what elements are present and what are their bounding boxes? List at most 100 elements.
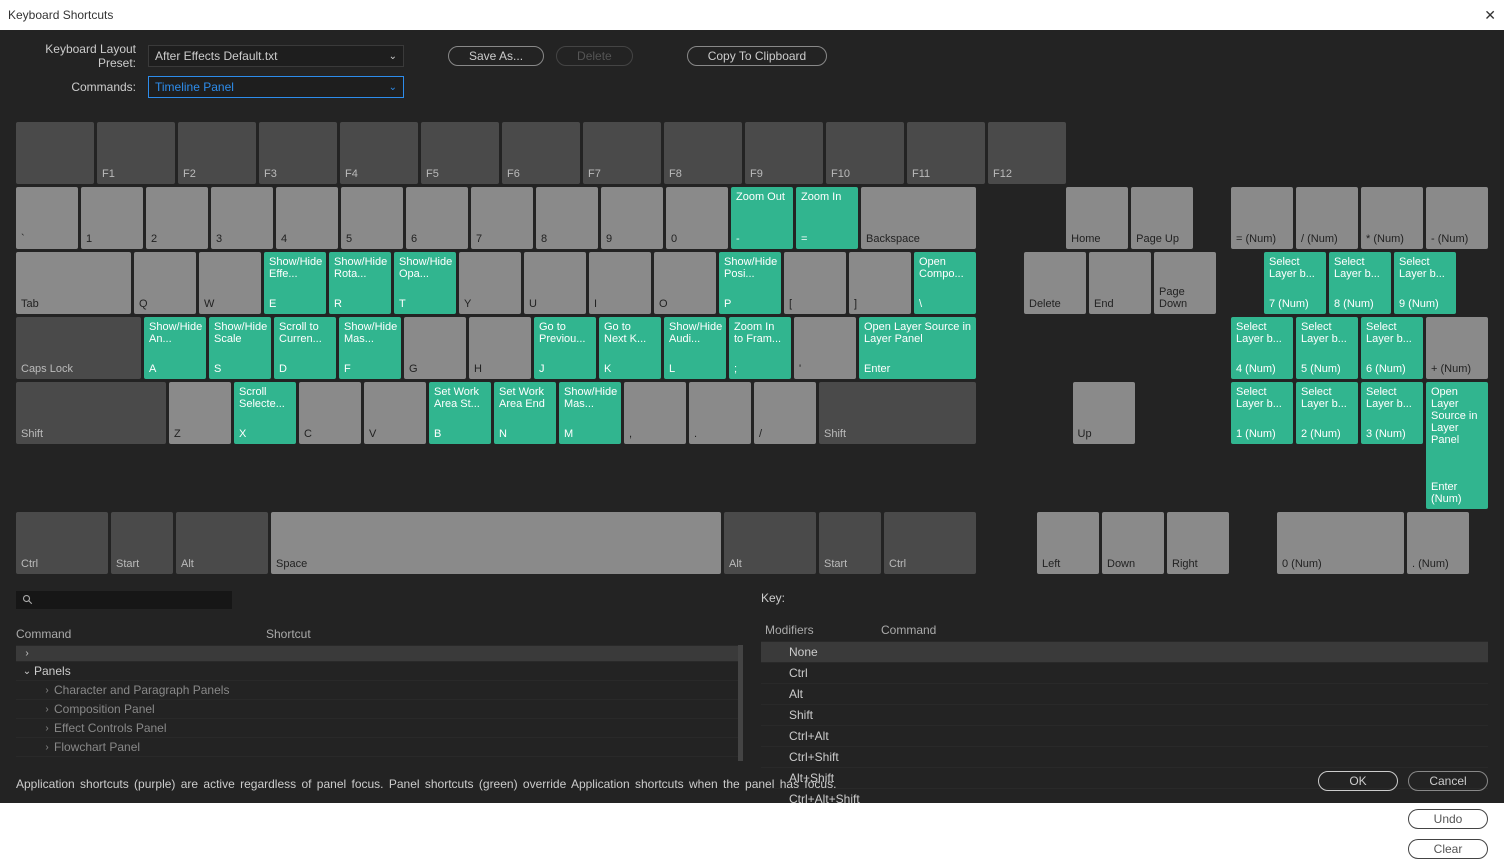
- key-f1[interactable]: F1: [97, 122, 175, 184]
- key-f[interactable]: Show/Hide Mas...F: [339, 317, 401, 379]
- key-8-num-[interactable]: Select Layer b...8 (Num): [1329, 252, 1391, 314]
- key-tab[interactable]: Tab: [16, 252, 131, 314]
- key-f6[interactable]: F6: [502, 122, 580, 184]
- tree-row[interactable]: ›Composition Panel: [16, 699, 738, 718]
- key-space[interactable]: Space: [271, 512, 721, 574]
- key-ctrl[interactable]: Ctrl: [884, 512, 976, 574]
- key-7[interactable]: 7: [471, 187, 533, 249]
- key--[interactable]: /: [754, 382, 816, 444]
- key-f3[interactable]: F3: [259, 122, 337, 184]
- modifier-row[interactable]: None: [761, 641, 1488, 662]
- key-u[interactable]: U: [524, 252, 586, 314]
- key-f8[interactable]: F8: [664, 122, 742, 184]
- key--[interactable]: Zoom In to Fram...;: [729, 317, 791, 379]
- tree-row[interactable]: ›Flowchart Panel: [16, 737, 738, 756]
- key-o[interactable]: O: [654, 252, 716, 314]
- key-f7[interactable]: F7: [583, 122, 661, 184]
- key-j[interactable]: Go to Previou...J: [534, 317, 596, 379]
- key-i[interactable]: I: [589, 252, 651, 314]
- key-p[interactable]: Show/Hide Posi...P: [719, 252, 781, 314]
- delete-button[interactable]: Delete: [556, 46, 633, 66]
- key-alt[interactable]: Alt: [724, 512, 816, 574]
- key-2-num-[interactable]: Select Layer b...2 (Num): [1296, 382, 1358, 444]
- key--[interactable]: ': [794, 317, 856, 379]
- key--[interactable]: ,: [624, 382, 686, 444]
- key-8[interactable]: 8: [536, 187, 598, 249]
- key-2[interactable]: 2: [146, 187, 208, 249]
- ok-button[interactable]: OK: [1318, 771, 1398, 791]
- command-tree[interactable]: ›⌄Panels›Character and Paragraph Panels›…: [16, 645, 738, 761]
- key-home[interactable]: Home: [1066, 187, 1128, 249]
- key-page-down[interactable]: Page Down: [1154, 252, 1216, 314]
- key-backspace[interactable]: Backspace: [861, 187, 976, 249]
- key-e[interactable]: Show/Hide Effe...E: [264, 252, 326, 314]
- key--num-[interactable]: + (Num): [1426, 317, 1488, 379]
- key-f10[interactable]: F10: [826, 122, 904, 184]
- key--[interactable]: `: [16, 187, 78, 249]
- key--num-[interactable]: = (Num): [1231, 187, 1293, 249]
- key-blank[interactable]: [16, 122, 94, 184]
- tree-row[interactable]: ›Effect Controls Panel: [16, 718, 738, 737]
- save-as-button[interactable]: Save As...: [448, 46, 544, 66]
- cancel-button[interactable]: Cancel: [1408, 771, 1488, 791]
- tree-row[interactable]: ›Character and Paragraph Panels: [16, 680, 738, 699]
- key--num-[interactable]: - (Num): [1426, 187, 1488, 249]
- close-icon[interactable]: ✕: [1484, 7, 1496, 24]
- key-1-num-[interactable]: Select Layer b...1 (Num): [1231, 382, 1293, 444]
- key-enter-num-[interactable]: Open Layer Source in Layer PanelEnter (N…: [1426, 382, 1488, 509]
- key-a[interactable]: Show/Hide An...A: [144, 317, 206, 379]
- key-0-num-[interactable]: 0 (Num): [1277, 512, 1404, 574]
- key-3[interactable]: 3: [211, 187, 273, 249]
- key-delete[interactable]: Delete: [1024, 252, 1086, 314]
- tree-row[interactable]: ›: [16, 645, 738, 661]
- key-6-num-[interactable]: Select Layer b...6 (Num): [1361, 317, 1423, 379]
- key-t[interactable]: Show/Hide Opa...T: [394, 252, 456, 314]
- scrollbar[interactable]: [738, 645, 743, 761]
- key-start[interactable]: Start: [819, 512, 881, 574]
- key-v[interactable]: V: [364, 382, 426, 444]
- key--num-[interactable]: . (Num): [1407, 512, 1469, 574]
- key-f2[interactable]: F2: [178, 122, 256, 184]
- key-m[interactable]: Show/Hide Mas...M: [559, 382, 621, 444]
- key-k[interactable]: Go to Next K...K: [599, 317, 661, 379]
- key-s[interactable]: Show/Hide ScaleS: [209, 317, 271, 379]
- preset-dropdown[interactable]: After Effects Default.txt ⌄: [148, 45, 404, 67]
- modifier-row[interactable]: Alt: [761, 683, 1488, 704]
- key-l[interactable]: Show/Hide Audi...L: [664, 317, 726, 379]
- key-6[interactable]: 6: [406, 187, 468, 249]
- key-page-up[interactable]: Page Up: [1131, 187, 1193, 249]
- key-up[interactable]: Up: [1073, 382, 1135, 444]
- key--[interactable]: Zoom Out-: [731, 187, 793, 249]
- key-1[interactable]: 1: [81, 187, 143, 249]
- key-end[interactable]: End: [1089, 252, 1151, 314]
- key-ctrl[interactable]: Ctrl: [16, 512, 108, 574]
- key-h[interactable]: H: [469, 317, 531, 379]
- key--[interactable]: Zoom In=: [796, 187, 858, 249]
- key--[interactable]: Open Compo...\: [914, 252, 976, 314]
- modifier-row[interactable]: Shift: [761, 704, 1488, 725]
- key--num-[interactable]: / (Num): [1296, 187, 1358, 249]
- clear-button[interactable]: Clear: [1408, 839, 1488, 859]
- modifier-row[interactable]: Ctrl+Alt: [761, 725, 1488, 746]
- key--num-[interactable]: * (Num): [1361, 187, 1423, 249]
- key-f11[interactable]: F11: [907, 122, 985, 184]
- key-n[interactable]: Set Work Area EndN: [494, 382, 556, 444]
- copy-clipboard-button[interactable]: Copy To Clipboard: [687, 46, 828, 66]
- key-d[interactable]: Scroll to Curren...D: [274, 317, 336, 379]
- key-y[interactable]: Y: [459, 252, 521, 314]
- key-shift[interactable]: Shift: [819, 382, 976, 444]
- key-5-num-[interactable]: Select Layer b...5 (Num): [1296, 317, 1358, 379]
- key-z[interactable]: Z: [169, 382, 231, 444]
- undo-button[interactable]: Undo: [1408, 809, 1488, 829]
- key-5[interactable]: 5: [341, 187, 403, 249]
- key-enter[interactable]: Open Layer Source in Layer PanelEnter: [859, 317, 976, 379]
- key-7-num-[interactable]: Select Layer b...7 (Num): [1264, 252, 1326, 314]
- modifier-row[interactable]: Ctrl+Alt+Shift: [761, 788, 1488, 809]
- key-start[interactable]: Start: [111, 512, 173, 574]
- key-caps-lock[interactable]: Caps Lock: [16, 317, 141, 379]
- key-0[interactable]: 0: [666, 187, 728, 249]
- key-w[interactable]: W: [199, 252, 261, 314]
- key-4[interactable]: 4: [276, 187, 338, 249]
- key-q[interactable]: Q: [134, 252, 196, 314]
- key-f9[interactable]: F9: [745, 122, 823, 184]
